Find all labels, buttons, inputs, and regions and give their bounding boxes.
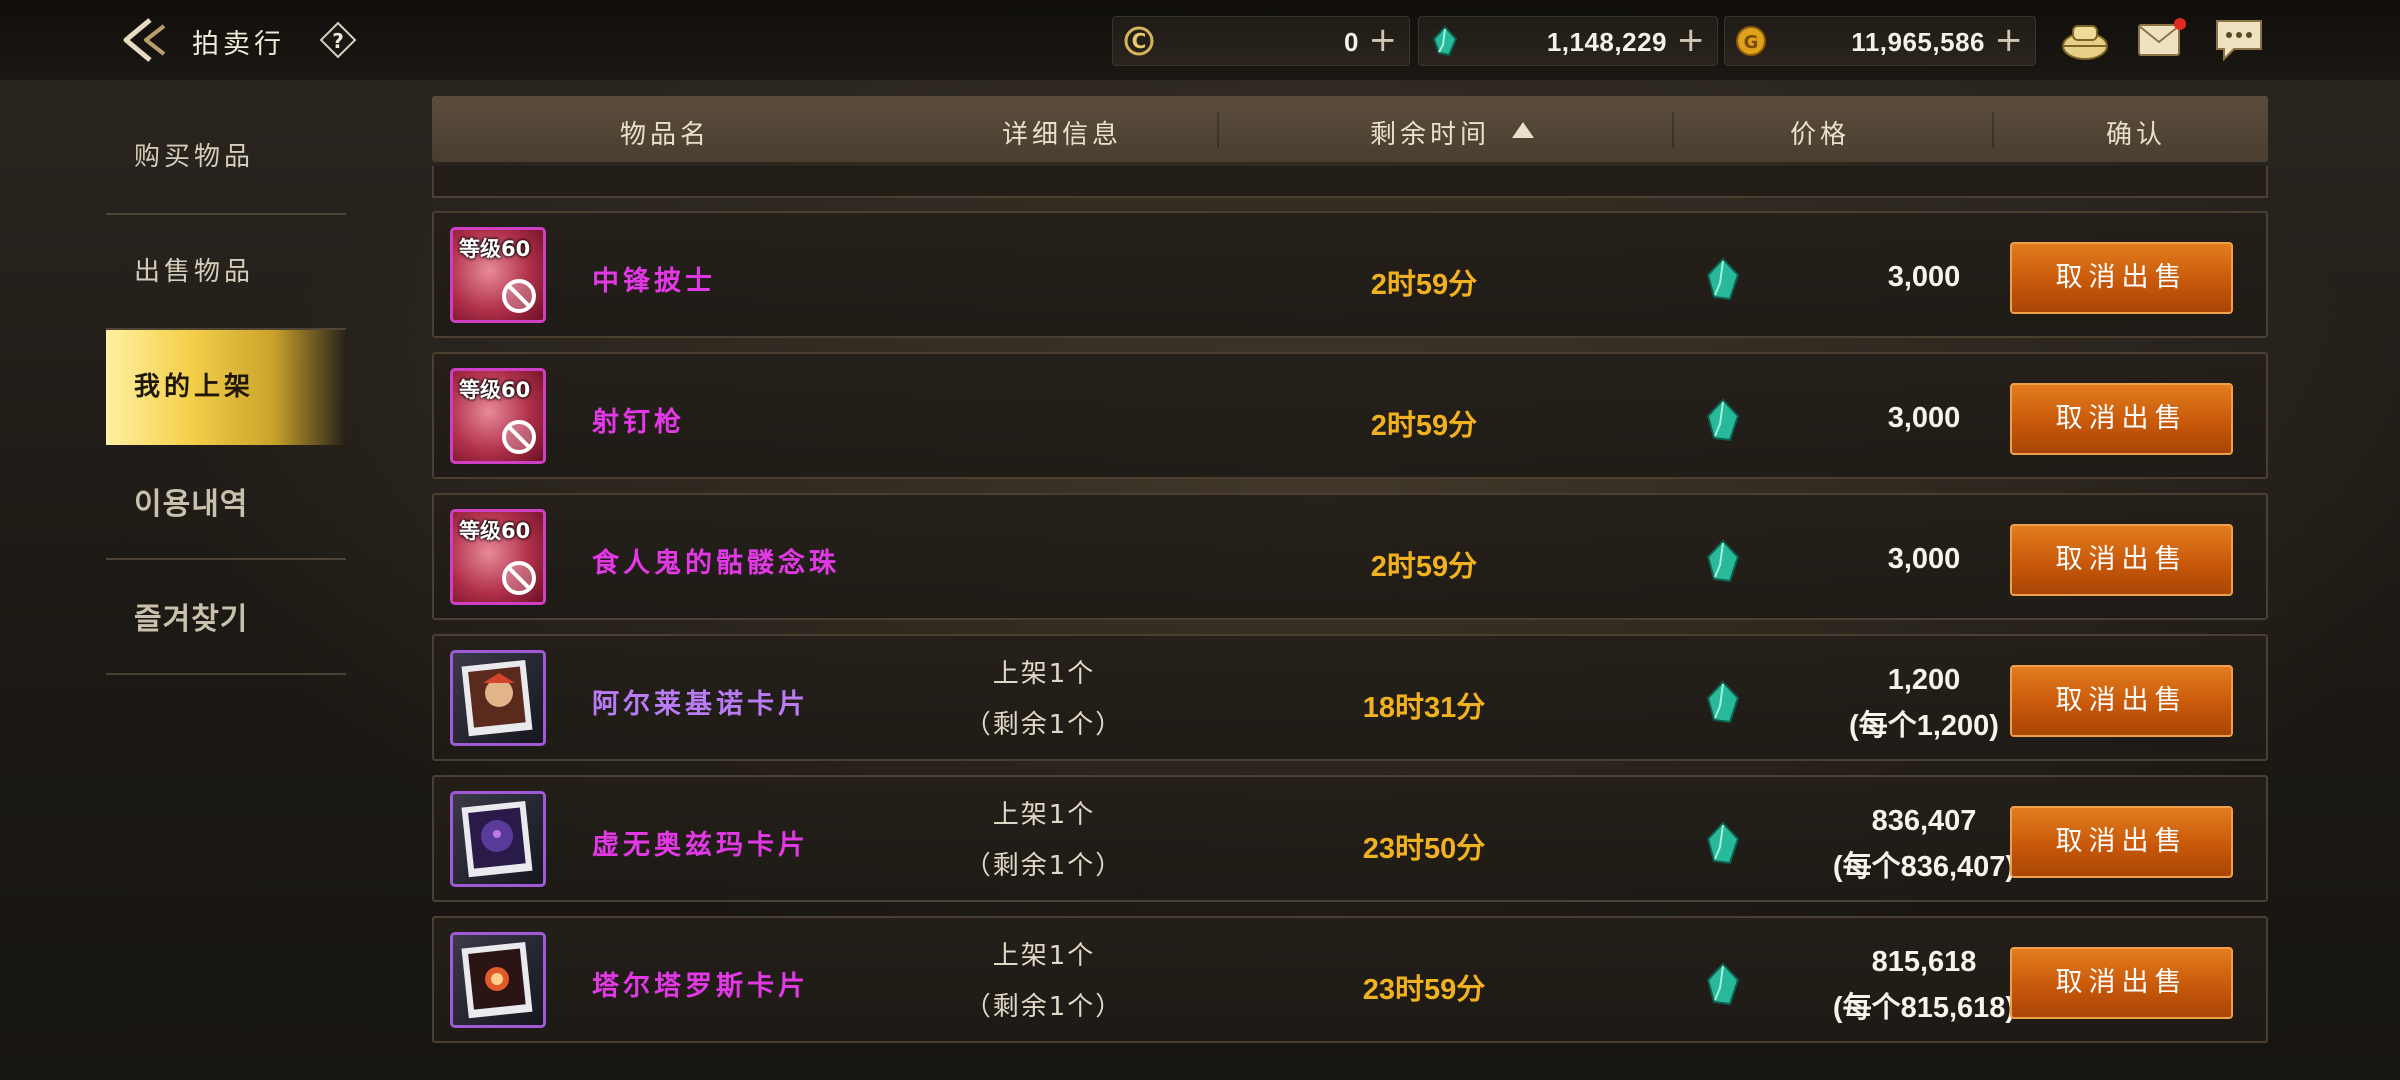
table-header: 物品名 详细信息 剩余时间 价格 确认: [432, 96, 2268, 162]
item-thumbnail[interactable]: [450, 650, 546, 746]
card-art-icon: [461, 941, 533, 1019]
item-thumbnail[interactable]: [450, 791, 546, 887]
cancel-sale-button[interactable]: 取消出售: [2010, 665, 2233, 737]
card-art-icon: [461, 800, 533, 878]
column-header-confirm: 确认: [2106, 120, 2167, 150]
column-header-price: 价格: [1790, 120, 1851, 150]
column-divider: [1672, 112, 1674, 148]
gold-coin-icon: G: [1736, 26, 1766, 56]
listing-quantity: 上架1个: [992, 800, 1096, 830]
help-label: ?: [332, 29, 344, 53]
cancel-sale-button[interactable]: 取消出售: [2010, 242, 2233, 314]
sidebar-item-sell[interactable]: 出售物品: [106, 215, 346, 330]
table-row: 塔尔塔罗斯卡片 上架1个 （剩余1个） 23时59分 815,618 (每个81…: [432, 916, 2268, 1043]
sidebar-item-label: 出售物品: [134, 257, 255, 287]
currency-green-gem: 1,148,229 +: [1418, 16, 1718, 66]
cancel-sale-button[interactable]: 取消出售: [2010, 806, 2233, 878]
no-trade-icon: [502, 561, 536, 595]
item-thumbnail[interactable]: [450, 932, 546, 1028]
coin-c-icon: C: [1124, 26, 1154, 56]
table-row: 等级60 中锋披士 2时59分 3,000 取消出售: [432, 211, 2268, 338]
cancel-sale-button[interactable]: 取消出售: [2010, 947, 2233, 1019]
add-coin-c-button[interactable]: +: [1369, 20, 1398, 60]
table-row: 等级60 食人鬼的骷髅念珠 2时59分 3,000 取消出售: [432, 493, 2268, 620]
add-green-gem-button[interactable]: +: [1677, 20, 1706, 60]
remaining-time: 23时50分: [1362, 833, 1486, 865]
cancel-sale-button[interactable]: 取消出售: [2010, 383, 2233, 455]
sort-ascending-icon[interactable]: [1512, 122, 1534, 138]
remaining-time: 2时59分: [1370, 410, 1478, 442]
item-name: 射钉枪: [592, 407, 685, 438]
listing-quantity: 上架1个: [992, 659, 1096, 689]
item-thumbnail[interactable]: 等级60: [450, 368, 546, 464]
currency-gold: G 11,965,586 +: [1724, 16, 2036, 66]
sidebar: 购买物品 出售物品 我的上架 이용내역 즐겨찾기: [106, 100, 346, 675]
remaining-quantity: （剩余1个）: [964, 710, 1124, 740]
table-row-partial: [432, 166, 2268, 198]
currency-coin-c-value: 0: [1344, 27, 1359, 57]
sidebar-item-my-listings[interactable]: 我的上架: [106, 330, 346, 445]
sidebar-item-label: 购买物品: [134, 142, 255, 172]
remaining-time: 2时59分: [1370, 551, 1478, 583]
chat-icon[interactable]: [2214, 16, 2264, 62]
mail-icon[interactable]: [2136, 16, 2186, 62]
column-header-detail: 详细信息: [1002, 120, 1123, 150]
cancel-sale-button[interactable]: 取消出售: [2010, 524, 2233, 596]
svg-text:G: G: [1744, 32, 1759, 53]
column-header-time[interactable]: 剩余时间: [1370, 114, 1490, 151]
item-name: 食人鬼的骷髅念珠: [592, 548, 840, 579]
sidebar-item-label: 이용내역: [134, 487, 249, 522]
item-name: 阿尔莱基诺卡片: [592, 689, 809, 720]
remaining-time: 18时31分: [1362, 692, 1486, 724]
sidebar-item-buy[interactable]: 购买物品: [106, 100, 346, 215]
column-divider: [1992, 112, 1994, 148]
remaining-quantity: （剩余1个）: [964, 992, 1124, 1022]
page-title: 拍卖行: [192, 29, 285, 60]
sidebar-item-history[interactable]: 이용내역: [106, 445, 346, 560]
item-name: 虚无奥兹玛卡片: [592, 830, 809, 861]
sidebar-item-label: 我的上架: [134, 372, 255, 402]
add-gold-button[interactable]: +: [1995, 20, 2024, 60]
item-thumbnail[interactable]: 等级60: [450, 509, 546, 605]
green-gem-icon: [1432, 25, 1458, 57]
table-row: 阿尔莱基诺卡片 上架1个 （剩余1个） 18时31分 1,200 (每个1,20…: [432, 634, 2268, 761]
item-level-badge: 等级60: [459, 237, 531, 261]
svg-text:C: C: [1132, 29, 1147, 53]
table-row: 虚无奥兹玛卡片 上架1个 （剩余1个） 23时50分 836,407 (每个83…: [432, 775, 2268, 902]
bag-icon[interactable]: [2060, 16, 2110, 62]
card-art-icon: [461, 659, 533, 737]
sidebar-item-label: 즐겨찾기: [134, 602, 249, 637]
item-level-badge: 等级60: [459, 519, 531, 543]
remaining-time: 2时59分: [1370, 269, 1478, 301]
remaining-quantity: （剩余1个）: [964, 851, 1124, 881]
no-trade-icon: [502, 279, 536, 313]
item-name: 中锋披士: [592, 266, 716, 297]
listing-quantity: 上架1个: [992, 941, 1096, 971]
item-level-badge: 等级60: [459, 378, 531, 402]
column-header-name: 物品名: [620, 120, 711, 150]
currency-coin-c: C 0 +: [1112, 16, 1410, 66]
column-divider: [1217, 112, 1219, 148]
no-trade-icon: [502, 420, 536, 454]
top-bar: 拍卖行 ? C 0 + 1,148,229 + G 11,965,586 +: [0, 0, 2400, 80]
currency-gold-value: 11,965,586: [1851, 27, 1985, 57]
sidebar-item-favorites[interactable]: 즐겨찾기: [106, 560, 346, 675]
item-thumbnail[interactable]: 等级60: [450, 227, 546, 323]
help-icon[interactable]: ?: [318, 20, 358, 60]
remaining-time: 23时59分: [1362, 974, 1486, 1006]
back-arrow-icon[interactable]: [118, 14, 174, 66]
item-name: 塔尔塔罗斯卡片: [592, 971, 809, 1002]
currency-green-gem-value: 1,148,229: [1546, 27, 1667, 57]
table-row: 等级60 射钉枪 2时59分 3,000 取消出售: [432, 352, 2268, 479]
